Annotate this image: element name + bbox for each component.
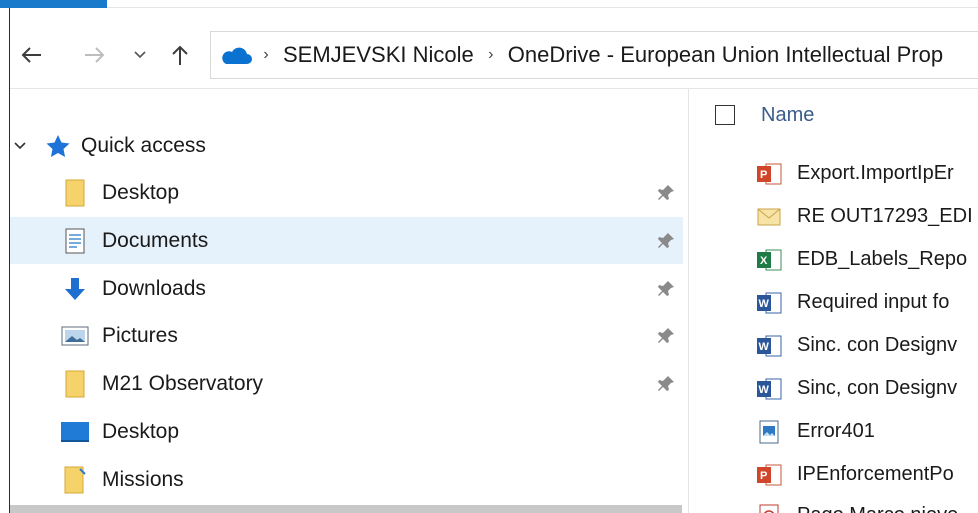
pane-divider[interactable]	[688, 89, 689, 513]
up-arrow-icon	[172, 45, 188, 65]
svg-text:W: W	[759, 341, 770, 353]
breadcrumb-separator-icon: ›	[263, 46, 269, 63]
file-list: Name P Export.ImportIpEr RE OUT17293_EDI	[690, 89, 978, 513]
column-header-name[interactable]: Name	[761, 104, 814, 127]
window-top-strip	[0, 0, 978, 8]
tree-item-desktop-pinned[interactable]: Desktop	[10, 169, 683, 216]
tree-item-quick-access[interactable]: Quick access	[10, 126, 690, 166]
desktop-icon	[60, 417, 90, 447]
horizontal-scrollbar[interactable]	[10, 505, 682, 513]
tree-item-pictures[interactable]: Pictures	[10, 312, 683, 359]
ribbon-tab-accent	[0, 0, 107, 8]
file-name: Required input fo	[797, 291, 950, 313]
tree-item-desktop[interactable]: Desktop	[10, 408, 683, 455]
word-file-icon: W	[756, 333, 782, 359]
chevron-down-icon	[134, 51, 146, 59]
pin-icon[interactable]	[654, 324, 678, 348]
expand-chevron-icon[interactable]	[10, 142, 30, 150]
file-row[interactable]: W Sinc. con Designv	[690, 324, 978, 367]
tree-item-label: Missions	[102, 467, 184, 491]
back-button[interactable]	[16, 37, 46, 73]
file-row[interactable]: Pago Marco nieve	[690, 494, 978, 513]
quick-access-label: Quick access	[81, 134, 206, 157]
column-header-row: Name	[690, 95, 978, 135]
address-bar[interactable]: › SEMJEVSKI Nicole › OneDrive - European…	[210, 31, 978, 79]
folder-icon	[60, 465, 90, 495]
file-name: Export.ImportIpEr	[797, 162, 954, 184]
tree-item-label: Pictures	[102, 323, 178, 347]
svg-text:X: X	[760, 255, 768, 267]
folder-icon	[60, 369, 90, 399]
file-row[interactable]: X EDB_Labels_Repo	[690, 238, 978, 281]
file-name: IPEnforcementPo	[797, 463, 954, 485]
tree-item-downloads[interactable]: Downloads	[10, 265, 683, 312]
excel-file-icon: X	[756, 247, 782, 273]
svg-text:W: W	[759, 384, 770, 396]
file-name: Error401	[797, 420, 875, 442]
star-icon	[45, 134, 71, 158]
file-row[interactable]: RE OUT17293_EDI	[690, 195, 978, 238]
pin-icon[interactable]	[654, 277, 678, 301]
tree-item-m21-observatory[interactable]: M21 Observatory	[10, 360, 683, 407]
word-file-icon: W	[756, 376, 782, 402]
pin-icon[interactable]	[654, 372, 678, 396]
file-name: Sinc, con Designv	[797, 377, 958, 399]
navigation-pane: Quick access Desktop Documents Downloads…	[10, 89, 690, 513]
breadcrumb-separator-icon: ›	[488, 46, 494, 63]
folder-icon	[60, 178, 90, 208]
pdf-file-icon	[756, 503, 782, 513]
pin-icon[interactable]	[654, 181, 678, 205]
breadcrumb-onedrive[interactable]: OneDrive - European Union Intellectual P…	[502, 42, 949, 68]
email-file-icon	[756, 204, 782, 230]
image-file-icon	[756, 419, 782, 445]
select-all-checkbox[interactable]	[715, 105, 735, 125]
file-name: Sinc. con Designv	[797, 334, 958, 356]
word-file-icon: W	[756, 290, 782, 316]
tree-item-label: Desktop	[102, 419, 180, 443]
downloads-icon	[60, 274, 90, 304]
forward-arrow-icon	[85, 47, 105, 63]
file-row[interactable]: P IPEnforcementPo	[690, 453, 978, 496]
powerpoint-file-icon: P	[756, 462, 782, 488]
tree-item-label: Desktop	[102, 180, 180, 204]
tree-item-label: Documents	[102, 228, 209, 252]
back-arrow-icon	[21, 47, 41, 63]
forward-button[interactable]	[80, 37, 110, 73]
file-name: RE OUT17293_EDI	[797, 205, 973, 227]
pin-icon[interactable]	[654, 229, 678, 253]
up-button[interactable]	[165, 37, 195, 73]
svg-text:P: P	[760, 169, 767, 181]
file-row[interactable]: P Export.ImportIpEr	[690, 152, 978, 195]
file-row[interactable]: W Required input fo	[690, 281, 978, 324]
file-name: EDB_Labels_Repo	[797, 248, 968, 270]
tree-item-documents[interactable]: Documents	[10, 217, 683, 264]
powerpoint-file-icon: P	[756, 161, 782, 187]
svg-text:W: W	[759, 298, 770, 310]
file-name: Pago Marco nieve	[797, 504, 958, 513]
onedrive-cloud-icon	[215, 40, 255, 70]
tree-item-label: Downloads	[102, 276, 206, 300]
file-row[interactable]: Error401	[690, 410, 978, 453]
file-row[interactable]: W Sinc, con Designv	[690, 367, 978, 410]
recent-locations-button[interactable]	[130, 37, 150, 73]
pictures-icon	[60, 321, 90, 351]
tree-item-label: M21 Observatory	[102, 371, 264, 395]
navigation-bar: › SEMJEVSKI Nicole › OneDrive - European…	[10, 8, 978, 88]
svg-text:P: P	[760, 470, 767, 482]
tree-item-missions[interactable]: Missions	[10, 456, 683, 503]
documents-icon	[60, 226, 90, 256]
breadcrumb-user[interactable]: SEMJEVSKI Nicole	[277, 42, 480, 68]
